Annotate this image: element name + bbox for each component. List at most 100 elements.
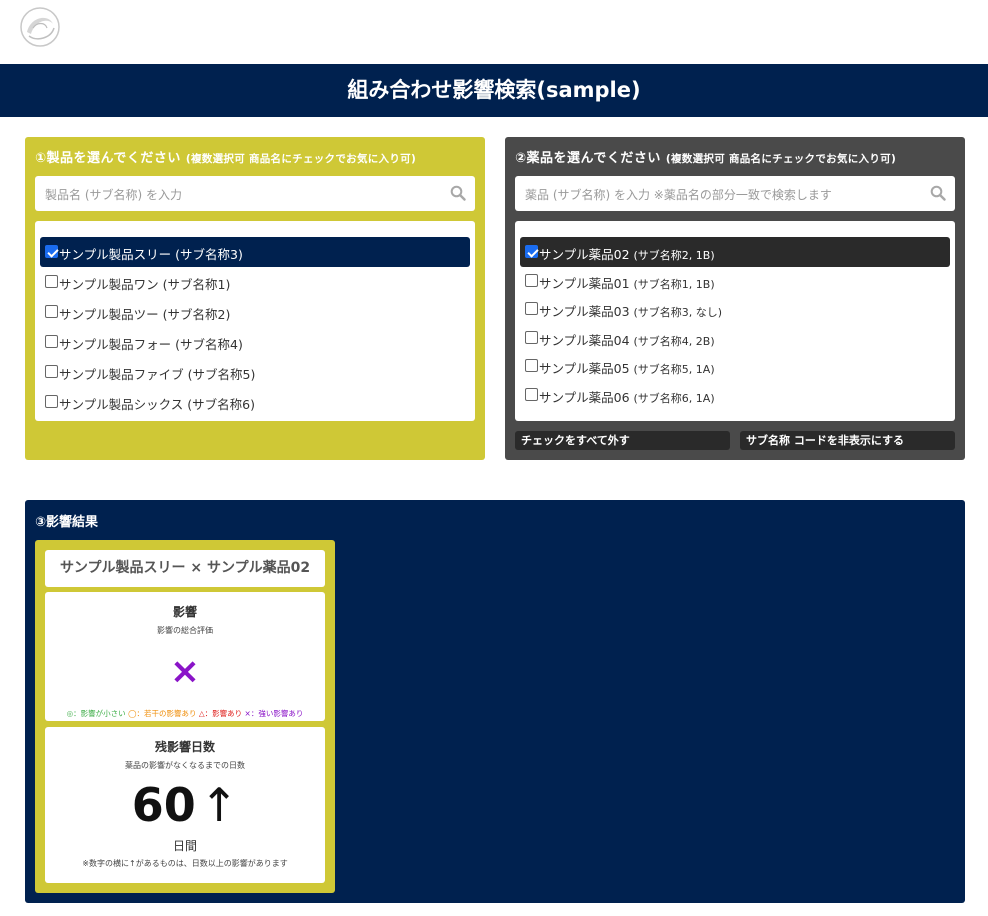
impact-legend: ◎：影響が小さい ◯：若干の影響あり △：影響あり ×：強い影響あり bbox=[45, 708, 325, 719]
product-checkbox[interactable] bbox=[45, 245, 58, 258]
uncheck-all-button[interactable]: チェックをすべて外す bbox=[515, 431, 730, 450]
product-sub: (サブ名称4) bbox=[175, 337, 243, 352]
drug-sub: (サブ名称3, なし) bbox=[633, 306, 723, 319]
legend-strong-impact: ×：強い影響あり bbox=[244, 709, 304, 718]
result-card-heading: サンプル製品スリー × サンプル薬品02 bbox=[45, 550, 325, 587]
up-arrow-icon: ↑ bbox=[199, 778, 239, 832]
product-sub: (サブ名称1) bbox=[162, 277, 231, 292]
remaining-days-value: 60 bbox=[131, 778, 196, 832]
product-name: サンプル製品ファイブ bbox=[59, 367, 184, 382]
drug-list: サンプル薬品02 (サブ名称2, 1B) サンプル薬品01 (サブ名称1, 1B… bbox=[515, 221, 955, 421]
product-item[interactable]: サンプル製品ワン (サブ名称1) bbox=[40, 267, 470, 297]
product-checkbox[interactable] bbox=[45, 275, 58, 288]
drug-item[interactable]: サンプル薬品02 (サブ名称2, 1B) bbox=[520, 237, 950, 267]
product-panel-heading: ①製品を選んでください bbox=[35, 151, 181, 166]
impact-title: 影響 bbox=[172, 605, 197, 619]
product-name: サンプル製品スリー bbox=[59, 247, 172, 262]
results-title: ③影響結果 bbox=[35, 515, 99, 530]
drug-name: サンプル薬品05 bbox=[539, 361, 630, 376]
drug-search-placeholder: 薬品 (サブ名称) を入力 ※薬品名の部分一致で検索します bbox=[525, 188, 832, 202]
drug-item[interactable]: サンプル薬品01 (サブ名称1, 1B) bbox=[520, 266, 950, 296]
product-search-input[interactable]: 製品名 (サブ名称) を入力 bbox=[35, 176, 475, 211]
drug-checkbox[interactable] bbox=[525, 302, 538, 315]
product-sub: (サブ名称6) bbox=[187, 397, 255, 412]
product-item-label: サンプル製品フォー (サブ名称4) bbox=[59, 334, 243, 353]
product-name: サンプル製品シックス bbox=[59, 397, 184, 412]
result-card: サンプル製品スリー × サンプル薬品02 影響 影響の総合評価 × ◎：影響が小… bbox=[35, 540, 335, 893]
product-name: サンプル製品ワン bbox=[59, 277, 159, 292]
product-checkbox[interactable] bbox=[45, 335, 58, 348]
product-search-placeholder: 製品名 (サブ名称) を入力 bbox=[45, 188, 182, 202]
drug-sub: (サブ名称5, 1A) bbox=[633, 363, 715, 376]
product-checkbox[interactable] bbox=[45, 305, 58, 318]
product-item-label: サンプル製品ツー (サブ名称2) bbox=[59, 304, 230, 323]
drug-name: サンプル薬品02 bbox=[539, 247, 630, 262]
drug-sub: (サブ名称1, 1B) bbox=[633, 278, 715, 291]
product-name: サンプル製品ツー bbox=[59, 307, 159, 322]
impact-box: 影響 影響の総合評価 × ◎：影響が小さい ◯：若干の影響あり △：影響あり ×… bbox=[45, 592, 325, 721]
product-panel-title: ①製品を選んでください (複数選択可 商品名にチェックでお気に入り可) bbox=[35, 147, 416, 166]
product-item[interactable]: サンプル製品フォー (サブ名称4) bbox=[40, 327, 470, 357]
impact-description: 影響の総合評価 bbox=[157, 626, 213, 635]
search-icon[interactable] bbox=[450, 185, 466, 201]
remaining-days-title: 残影響日数 bbox=[154, 740, 215, 754]
drug-checkbox[interactable] bbox=[525, 388, 538, 401]
drug-name: サンプル薬品04 bbox=[539, 333, 630, 348]
drug-item[interactable]: サンプル薬品03 (サブ名称3, なし) bbox=[520, 294, 950, 324]
remaining-days-value-row: 60↑ bbox=[45, 779, 325, 831]
drug-item-label: サンプル薬品06 (サブ名称6, 1A) bbox=[539, 387, 715, 406]
drug-panel: ②薬品を選んでください (複数選択可 商品名にチェックでお気に入り可) 薬品 (… bbox=[505, 137, 965, 460]
drug-sub: (サブ名称4, 2B) bbox=[633, 335, 715, 348]
product-item-label: サンプル製品スリー (サブ名称3) bbox=[59, 244, 243, 263]
product-sub: (サブ名称3) bbox=[175, 247, 243, 262]
remaining-days-box: 残影響日数 薬品の影響がなくなるまでの日数 60↑ 日間 ※数字の横に↑があるも… bbox=[45, 727, 325, 883]
product-name: サンプル製品フォー bbox=[59, 337, 172, 352]
drug-panel-title: ②薬品を選んでください (複数選択可 商品名にチェックでお気に入り可) bbox=[515, 147, 896, 166]
product-item[interactable]: サンプル製品ファイブ (サブ名称5) bbox=[40, 357, 470, 387]
drug-name: サンプル薬品01 bbox=[539, 276, 630, 291]
drug-item-label: サンプル薬品01 (サブ名称1, 1B) bbox=[539, 273, 715, 292]
drug-item[interactable]: サンプル薬品04 (サブ名称4, 2B) bbox=[520, 323, 950, 353]
product-item-label: サンプル製品ファイブ (サブ名称5) bbox=[59, 364, 255, 383]
product-item-label: サンプル製品ワン (サブ名称1) bbox=[59, 274, 230, 293]
drug-item[interactable]: サンプル薬品05 (サブ名称5, 1A) bbox=[520, 351, 950, 381]
impact-mark: × bbox=[169, 651, 201, 692]
legend-small-impact: ◎：影響が小さい bbox=[66, 709, 126, 718]
product-item[interactable]: サンプル製品ツー (サブ名称2) bbox=[40, 297, 470, 327]
product-panel: ①製品を選んでください (複数選択可 商品名にチェックでお気に入り可) 製品名 … bbox=[25, 137, 485, 460]
legend-impact: △：影響あり bbox=[198, 709, 243, 718]
results-panel: ③影響結果 サンプル製品スリー × サンプル薬品02 影響 影響の総合評価 × … bbox=[25, 500, 965, 903]
drug-item-label: サンプル薬品04 (サブ名称4, 2B) bbox=[539, 330, 715, 349]
drug-item-label: サンプル薬品05 (サブ名称5, 1A) bbox=[539, 358, 715, 377]
drug-sub: (サブ名称2, 1B) bbox=[633, 249, 715, 262]
product-item-label: サンプル製品シックス (サブ名称6) bbox=[59, 394, 255, 413]
drug-name: サンプル薬品06 bbox=[539, 390, 630, 405]
page-title: 組み合わせ影響検索(sample) bbox=[0, 64, 988, 117]
product-checkbox[interactable] bbox=[45, 365, 58, 378]
product-list: サンプル製品スリー (サブ名称3) サンプル製品ワン (サブ名称1) サンプル製… bbox=[35, 221, 475, 421]
drug-checkbox[interactable] bbox=[525, 359, 538, 372]
remaining-days-note: ※数字の横に↑があるものは、日数以上の影響があります bbox=[82, 859, 288, 868]
drug-sub: (サブ名称6, 1A) bbox=[633, 392, 715, 405]
drug-checkbox[interactable] bbox=[525, 331, 538, 344]
product-item[interactable]: サンプル製品シックス (サブ名称6) bbox=[40, 387, 470, 417]
legend-slight-impact: ◯：若干の影響あり bbox=[128, 709, 197, 718]
search-icon[interactable] bbox=[930, 185, 946, 201]
swirl-logo-icon[interactable] bbox=[19, 6, 61, 48]
product-sub: (サブ名称5) bbox=[187, 367, 256, 382]
remaining-days-description: 薬品の影響がなくなるまでの日数 bbox=[125, 761, 245, 770]
product-checkbox[interactable] bbox=[45, 395, 58, 408]
drug-item[interactable]: サンプル薬品06 (サブ名称6, 1A) bbox=[520, 380, 950, 410]
drug-search-input[interactable]: 薬品 (サブ名称) を入力 ※薬品名の部分一致で検索します bbox=[515, 176, 955, 211]
drug-panel-subtitle: (複数選択可 商品名にチェックでお気に入り可) bbox=[665, 153, 897, 165]
hide-sub-name-button[interactable]: サブ名称 コードを非表示にする bbox=[740, 431, 955, 450]
drug-name: サンプル薬品03 bbox=[539, 304, 630, 319]
drug-checkbox[interactable] bbox=[525, 245, 538, 258]
logo-bar bbox=[0, 0, 988, 64]
product-sub: (サブ名称2) bbox=[162, 307, 231, 322]
drug-item-label: サンプル薬品03 (サブ名称3, なし) bbox=[539, 301, 722, 320]
product-item[interactable]: サンプル製品スリー (サブ名称3) bbox=[40, 237, 470, 267]
drug-checkbox[interactable] bbox=[525, 274, 538, 287]
drug-item-label: サンプル薬品02 (サブ名称2, 1B) bbox=[539, 244, 715, 263]
drug-panel-heading: ②薬品を選んでください bbox=[515, 151, 661, 166]
